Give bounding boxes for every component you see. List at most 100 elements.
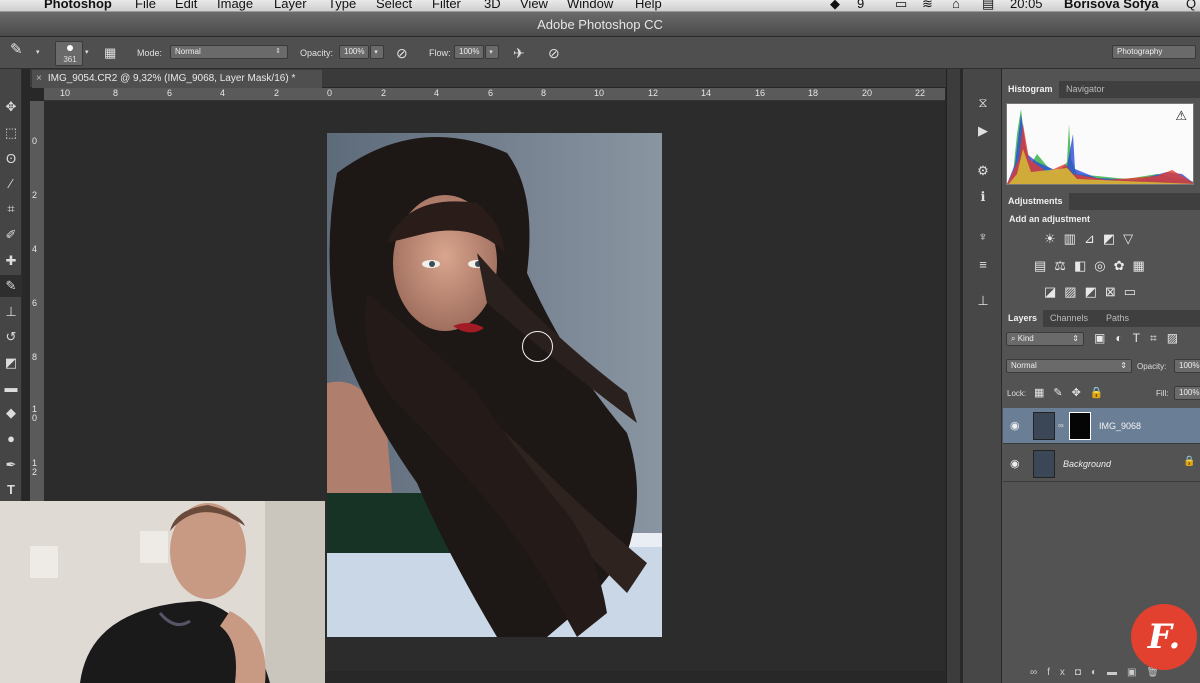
mode-select[interactable]: Normal ⇕ (170, 45, 288, 59)
exposure-icon[interactable]: ◩ (1103, 231, 1123, 246)
menu-edit[interactable]: Edit (175, 0, 197, 11)
pen-tool-icon[interactable]: ✒ (0, 454, 22, 476)
menu-image[interactable]: Image (217, 0, 253, 11)
lock-all-icon[interactable]: 🔒 (1090, 387, 1113, 399)
tab-paths[interactable]: Paths (1100, 310, 1135, 327)
brush-panel-icon[interactable]: ▦ (104, 45, 116, 61)
lock-position-icon[interactable]: ✥ (1072, 387, 1090, 399)
menu-view[interactable]: View (520, 0, 548, 11)
lasso-tool-icon[interactable]: ʘ (0, 148, 22, 170)
fx-icon[interactable]: fx (1047, 667, 1075, 678)
new-layer-icon[interactable]: ▣ (1127, 667, 1146, 678)
menu-select[interactable]: Select (376, 0, 412, 11)
vibrance-icon[interactable]: ▽ (1123, 231, 1141, 246)
quick-selection-tool-icon[interactable]: ⁄ (0, 173, 22, 195)
menu-layer[interactable]: Layer (274, 0, 307, 11)
status-count[interactable]: 9 (857, 0, 864, 11)
new-adjustment-icon[interactable]: ◐ (1091, 667, 1107, 678)
vertical-scrollbar[interactable] (946, 69, 960, 683)
document-image[interactable] (327, 133, 662, 637)
eye-icon[interactable]: ◉ (1010, 419, 1020, 432)
brush-presets-icon[interactable]: ≡ (971, 255, 995, 275)
selective-color-icon[interactable]: ⊠ (1105, 284, 1124, 299)
close-tab-icon[interactable]: × (36, 73, 42, 84)
curves-icon[interactable]: ⊿ (1084, 231, 1103, 246)
blur-tool-icon[interactable]: ◆ (0, 402, 22, 424)
type-tool-icon[interactable]: T (0, 479, 22, 501)
opacity-slider-button[interactable]: ▾ (370, 45, 384, 59)
tab-navigator[interactable]: Navigator (1060, 81, 1111, 98)
blend-mode-select[interactable]: Normal ⇕ (1006, 359, 1132, 373)
layer-name[interactable]: IMG_9068 (1099, 421, 1141, 431)
horizontal-ruler[interactable]: 10 8 6 4 2 0 2 4 6 8 10 12 14 16 18 20 2… (44, 88, 945, 101)
link-layers-icon[interactable]: ∞ (1030, 667, 1047, 678)
user-name[interactable]: Borisova Sofya (1064, 0, 1159, 11)
menu-filter[interactable]: Filter (432, 0, 461, 11)
layer-opacity-input[interactable]: 100% (1174, 359, 1200, 373)
flag-icon[interactable]: ▤ (982, 0, 994, 11)
menu-type[interactable]: Type (328, 0, 356, 11)
filter-pixel-icon[interactable]: ▣ (1094, 331, 1115, 345)
properties-panel-icon[interactable]: ⚙ (971, 161, 995, 181)
layer-row[interactable]: ◉ Background 🔒 (1003, 446, 1200, 482)
move-tool-icon[interactable]: ✥ (0, 96, 22, 118)
spotlight-icon[interactable]: Q (1186, 0, 1196, 11)
brush-tool-icon-active[interactable]: ✎ (0, 275, 22, 297)
photo-filter-icon[interactable]: ◎ (1094, 258, 1113, 273)
threshold-icon[interactable]: ◩ (1085, 284, 1105, 299)
layer-filter-select[interactable]: ⌕ Kind ⇕ (1006, 332, 1084, 346)
eyedropper-tool-icon[interactable]: ✐ (0, 224, 22, 246)
add-mask-icon[interactable]: ◘ (1075, 667, 1091, 678)
layer-mask-thumbnail[interactable] (1069, 412, 1091, 440)
brush-preset-picker[interactable]: 361 (55, 41, 83, 66)
clone-source-icon[interactable]: ⊥ (971, 291, 995, 311)
filter-smart-icon[interactable]: ▨ (1167, 331, 1188, 345)
brush-picker-arrow-icon[interactable]: ▾ (85, 45, 89, 61)
menu-window[interactable]: Window (567, 0, 613, 11)
tab-channels[interactable]: Channels (1044, 310, 1094, 327)
tab-adjustments[interactable]: Adjustments (1002, 193, 1069, 210)
black-white-icon[interactable]: ◧ (1074, 258, 1094, 273)
opacity-input[interactable]: 100% (339, 45, 369, 59)
wifi-icon[interactable]: ≋ (922, 0, 933, 11)
actions-play-icon[interactable]: ▶ (971, 121, 995, 141)
tab-histogram[interactable]: Histogram (1002, 81, 1059, 98)
history-panel-icon[interactable]: ⧖ (971, 93, 995, 113)
status-app-icon[interactable]: ◆ (830, 0, 840, 11)
menu-help[interactable]: Help (635, 0, 662, 11)
healing-brush-tool-icon[interactable]: ✚ (0, 250, 22, 272)
new-group-icon[interactable]: ▬ (1107, 667, 1127, 678)
pressure-size-icon[interactable]: ⊘ (548, 45, 560, 61)
airbrush-icon[interactable]: ✈ (513, 45, 525, 61)
color-lookup-icon[interactable]: ▦ (1133, 258, 1153, 273)
document-tab[interactable]: × IMG_9054.CR2 @ 9,32% (IMG_9068, Layer M… (32, 70, 322, 88)
filter-shape-icon[interactable]: ⌗ (1150, 331, 1167, 345)
lock-pixels-icon[interactable]: ✎ (1053, 387, 1071, 399)
levels-icon[interactable]: ▥ (1064, 231, 1084, 246)
flow-slider-button[interactable]: ▾ (485, 45, 499, 59)
display-icon[interactable]: ▭ (895, 0, 907, 11)
flow-input[interactable]: 100% (454, 45, 484, 59)
crop-tool-icon[interactable]: ⌗ (0, 198, 22, 220)
gradient-tool-icon[interactable]: ▬ (0, 377, 22, 399)
clock-time[interactable]: 20:05 (1010, 0, 1043, 11)
info-panel-icon[interactable]: ℹ (971, 187, 995, 207)
color-balance-icon[interactable]: ⚖ (1054, 258, 1074, 273)
filter-type-icon[interactable]: T (1133, 331, 1150, 345)
brush-panel-icon-dock[interactable]: ♆ (971, 227, 995, 247)
posterize-icon[interactable]: ▨ (1064, 284, 1084, 299)
marquee-tool-icon[interactable]: ⬚ (0, 122, 22, 144)
menu-photoshop[interactable]: Photoshop (44, 0, 112, 11)
lock-transparency-icon[interactable]: ▦ (1034, 387, 1053, 399)
channel-mixer-icon[interactable]: ✿ (1114, 258, 1133, 273)
tab-layers[interactable]: Layers (1002, 310, 1044, 327)
hue-saturation-icon[interactable]: ▤ (1034, 258, 1054, 273)
pressure-opacity-icon[interactable]: ⊘ (396, 45, 408, 61)
history-brush-tool-icon[interactable]: ↺ (0, 326, 22, 348)
activity-icon[interactable]: ⌂ (952, 0, 960, 11)
vertical-ruler[interactable]: 0 2 4 6 8 1 0 1 2 (30, 101, 44, 501)
menu-file[interactable]: File (135, 0, 156, 11)
dodge-tool-icon[interactable]: ● (0, 428, 22, 450)
link-icon[interactable]: ∞ (1058, 421, 1064, 430)
gradient-map-icon[interactable]: ▭ (1124, 284, 1144, 299)
